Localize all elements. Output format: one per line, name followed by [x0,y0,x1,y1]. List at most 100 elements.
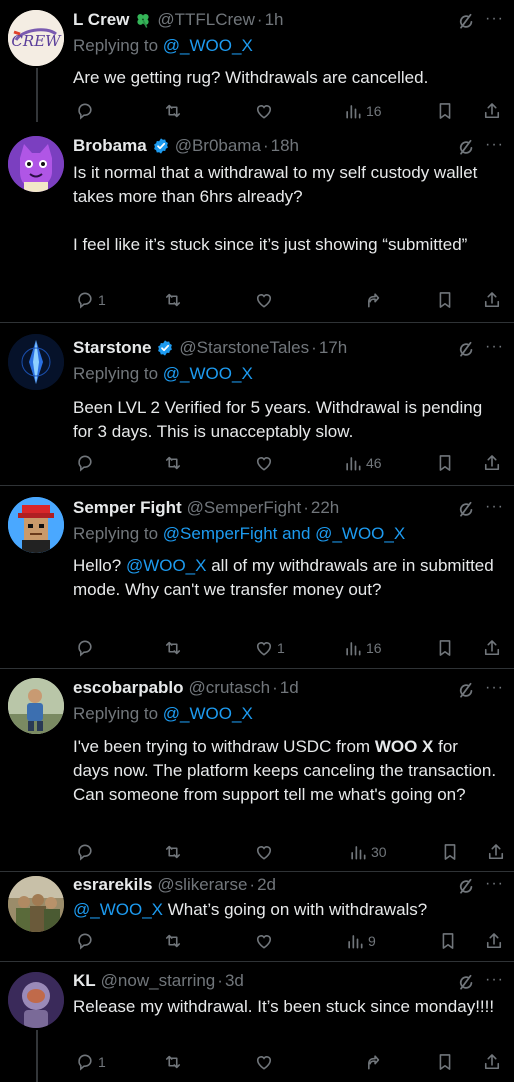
bookmark-button[interactable] [435,1050,455,1074]
display-name[interactable]: Semper Fight [73,497,182,519]
like-button[interactable] [254,1050,277,1074]
bookmark-button[interactable] [435,451,455,475]
views-button[interactable]: 9 [345,929,376,953]
share-button[interactable] [486,840,506,864]
avatar[interactable] [8,876,64,932]
views-button[interactable]: 16 [343,636,382,660]
retweet-button[interactable] [163,99,183,123]
timestamp[interactable]: 3d [225,970,244,992]
retweet-button[interactable] [163,636,183,660]
bookmark-icon [435,290,455,310]
handle[interactable]: @crutasch [189,677,271,699]
display-name[interactable]: KL [73,970,96,992]
share-button[interactable] [482,636,502,660]
timestamp[interactable]: 17h [319,337,347,359]
handle[interactable]: @StarstoneTales [179,337,309,359]
display-name[interactable]: esrarekils [73,874,152,896]
reply-button[interactable] [75,99,98,123]
grok-icon[interactable] [456,876,476,896]
reply-button[interactable]: 1 [75,288,106,312]
reply-button[interactable] [75,451,98,475]
share-button[interactable] [482,451,502,475]
retweet-button[interactable] [163,840,183,864]
views-count: 9 [368,933,376,949]
more-options-icon[interactable]: ··· [485,338,504,356]
retweet-button[interactable] [163,288,183,312]
display-name[interactable]: Brobama [73,135,147,157]
share-button[interactable] [482,99,502,123]
share-button[interactable] [484,929,504,953]
reply-button[interactable] [75,636,98,660]
grok-icon[interactable] [456,11,476,31]
replying-to: Replying to @_WOO_X [73,704,253,724]
more-options-icon[interactable]: ··· [485,10,504,28]
grok-icon[interactable] [456,680,476,700]
views-button[interactable]: 46 [343,451,382,475]
replying-label: Replying to [73,36,159,55]
timestamp[interactable]: 1d [280,677,299,699]
avatar[interactable] [8,136,64,192]
more-options-icon[interactable]: ··· [485,875,504,893]
bookmark-button[interactable] [438,929,458,953]
retweet-button[interactable] [163,929,183,953]
like-button[interactable]: 1 [254,636,285,660]
grok-icon[interactable] [456,972,476,992]
bookmark-button[interactable] [440,840,460,864]
grok-analyze-button[interactable] [363,1050,383,1074]
like-button[interactable] [254,929,277,953]
reply-mention-link[interactable]: @_WOO_X [163,36,253,55]
more-options-icon[interactable]: ··· [485,136,504,154]
display-name[interactable]: Starstone [73,337,151,359]
bookmark-button[interactable] [435,288,455,312]
more-options-icon[interactable]: ··· [485,679,504,697]
like-button[interactable] [254,840,277,864]
bookmark-button[interactable] [435,636,455,660]
timestamp[interactable]: 22h [311,497,339,519]
retweet-icon [163,101,183,121]
avatar[interactable] [8,497,64,553]
share-icon [482,638,502,658]
handle[interactable]: @slikerarse [157,874,247,896]
avatar[interactable] [8,972,64,1028]
avatar[interactable] [8,334,64,390]
grok-analyze-button[interactable] [363,288,383,312]
separator: · [249,875,256,894]
share-button[interactable] [482,288,502,312]
reply-mention-link[interactable]: @_WOO_X [163,364,253,383]
handle[interactable]: @Br0bama [175,135,261,157]
handle[interactable]: @SemperFight [187,497,302,519]
bookmark-icon [435,453,455,473]
more-options-icon[interactable]: ··· [485,498,504,516]
views-button[interactable]: 16 [343,99,382,123]
more-options-icon[interactable]: ··· [485,971,504,989]
timestamp[interactable]: 1h [265,9,284,31]
timestamp[interactable]: 18h [271,135,299,157]
display-name[interactable]: escobarpablo [73,677,184,699]
grok-icon[interactable] [456,499,476,519]
mention-link[interactable]: @WOO_X [126,556,207,575]
reply-icon [75,453,95,473]
grok-icon[interactable] [456,137,476,157]
share-button[interactable] [482,1050,502,1074]
grok-icon[interactable] [456,339,476,359]
views-button[interactable]: 30 [348,840,387,864]
bookmark-button[interactable] [435,99,455,123]
reply-mention-link[interactable]: @_WOO_X [163,704,253,723]
handle[interactable]: @now_starring [101,970,216,992]
display-name[interactable]: L Crew [73,9,129,31]
timestamp[interactable]: 2d [257,874,276,896]
like-button[interactable] [254,451,277,475]
mention-link[interactable]: @_WOO_X [73,900,163,919]
retweet-button[interactable] [163,451,183,475]
reply-mention-link[interactable]: @SemperFight and @_WOO_X [163,524,405,543]
reply-icon [75,638,95,658]
reply-button[interactable] [75,929,98,953]
avatar[interactable] [8,678,64,734]
retweet-button[interactable] [163,1050,183,1074]
reply-button[interactable] [75,840,98,864]
avatar[interactable]: CREW [8,10,64,66]
handle[interactable]: @TTFLCrew [157,9,255,31]
reply-button[interactable]: 1 [75,1050,106,1074]
like-button[interactable] [254,288,277,312]
like-button[interactable] [254,99,277,123]
